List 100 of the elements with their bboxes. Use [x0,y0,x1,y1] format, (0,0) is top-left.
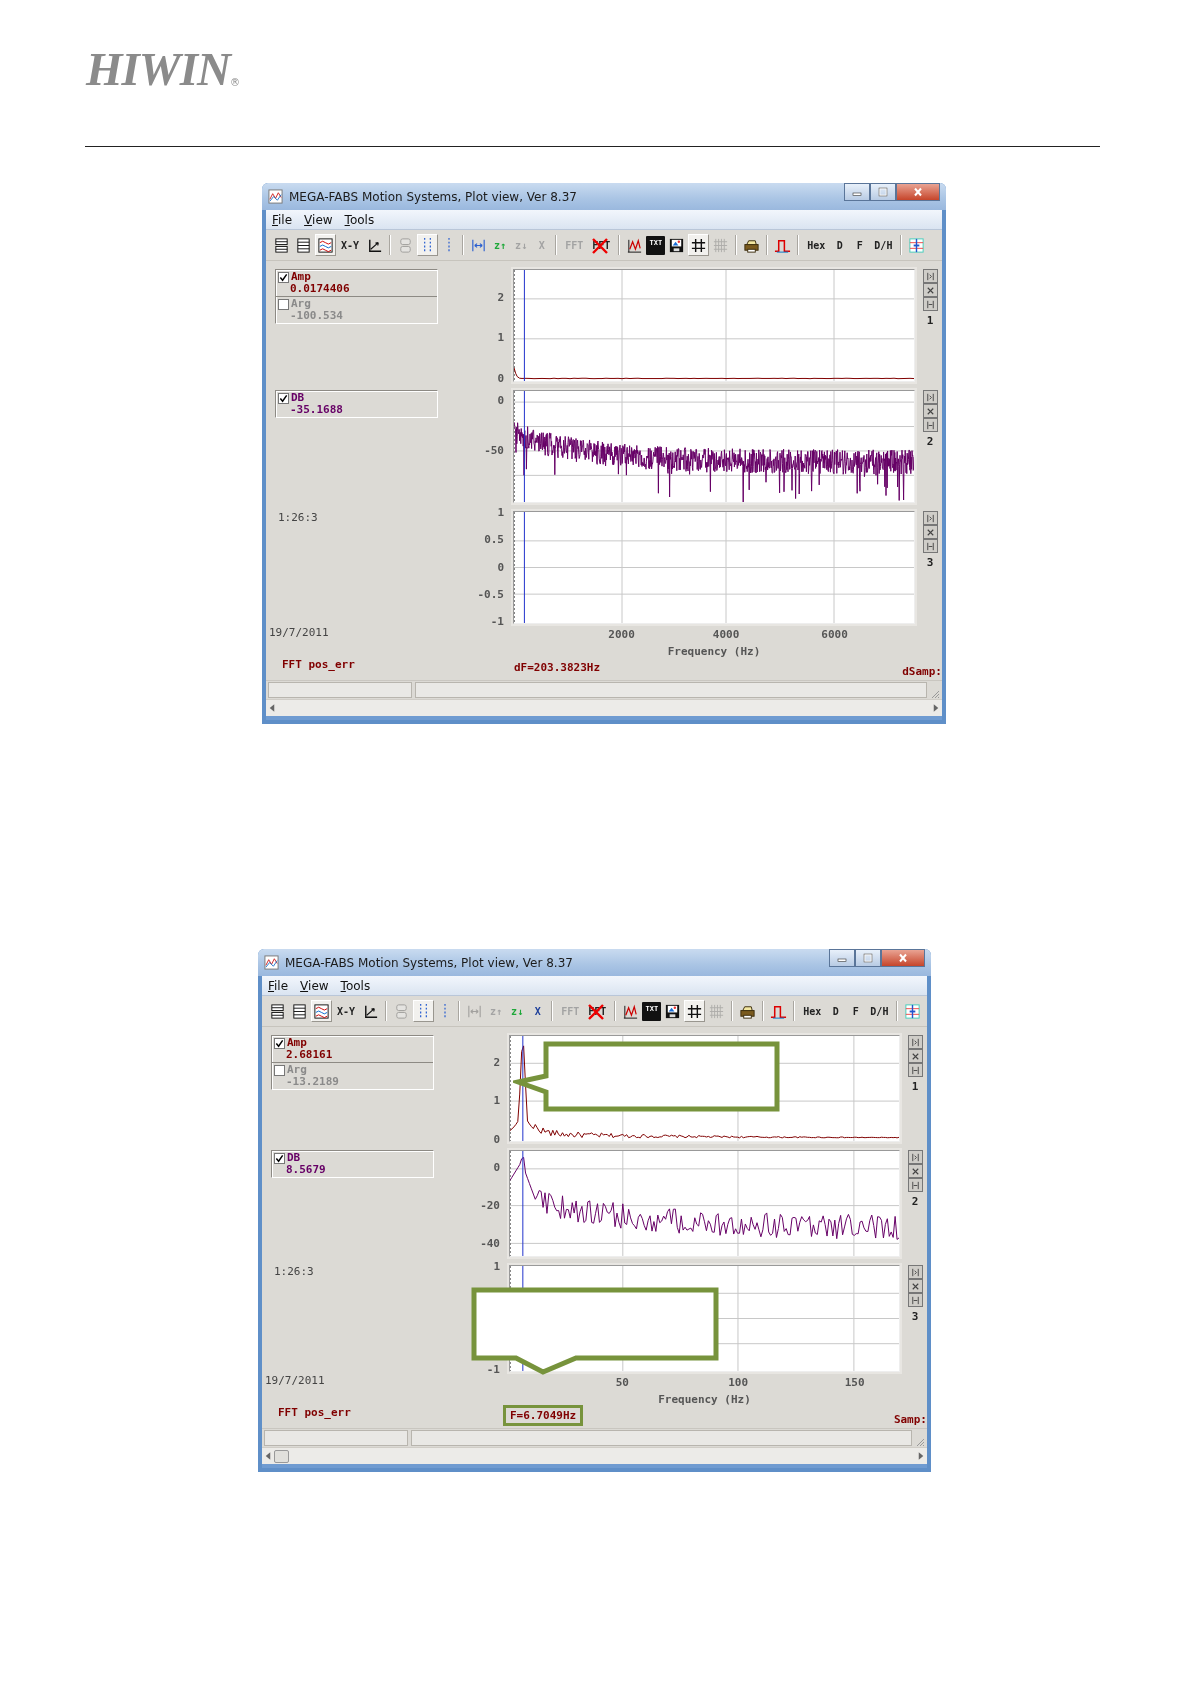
maximize-button[interactable] [855,949,881,967]
series-value: 8.5679 [285,1164,327,1176]
collapse-icon [909,1179,921,1191]
grid-icon [686,1002,704,1020]
series-label: Arg [287,1064,307,1076]
toolbar-button[interactable]: X-Y [337,234,364,256]
axis-tick-label: 0 [497,395,504,408]
axis-tick-label: 1 [497,332,504,345]
panel-button[interactable] [907,1279,923,1293]
scrollbar[interactable] [262,1447,927,1464]
save-image-icon [668,236,686,254]
panel-button[interactable] [907,1035,923,1049]
toolbar-button[interactable]: Hex [799,1000,826,1022]
axis-tick-label: 0 [493,1133,500,1146]
panel-button[interactable] [922,525,938,539]
expand-icon [924,391,936,403]
checkbox[interactable] [278,298,289,310]
checkbox[interactable] [274,1152,285,1164]
close-button[interactable] [896,183,940,201]
series-label: Arg [291,298,311,310]
axis-tick-label: 1 [493,1261,500,1274]
toolbar-button[interactable]: F [850,234,870,256]
menu-item[interactable]: Tools [344,212,375,227]
checkbox[interactable] [274,1064,285,1076]
resize-grip-icon [915,1437,925,1447]
toolbar-button[interactable]: X [528,1000,548,1022]
series-value: 0.0174406 [289,283,351,295]
toolbar-button[interactable]: D/H [866,1000,893,1022]
scrollbar[interactable] [266,699,942,716]
toolbar-button[interactable]: F [846,1000,866,1022]
axis-tick-label: -40 [480,1238,500,1251]
source-label: FFT pos_err [277,1406,351,1421]
time-label: 1:26:3 [273,1265,315,1278]
app-icon [264,955,279,970]
wave-chart-icon [313,1002,330,1020]
toolbar-button[interactable] [684,1000,706,1022]
menu-item[interactable]: Tools [340,978,371,993]
app-icon [268,189,283,204]
panel-button[interactable] [922,404,938,418]
save-image-icon [664,1002,682,1020]
panel-button[interactable] [922,390,938,404]
panel-button[interactable] [907,1178,923,1192]
cursor-plot-icon [908,236,926,254]
scroll-thumb[interactable] [274,1449,289,1463]
series-value: -100.534 [289,310,344,322]
panel-button[interactable] [907,1063,923,1077]
panel-button[interactable] [907,1164,923,1178]
axis-title: Frequency (Hz) [658,1393,751,1406]
panel-button[interactable] [907,1150,923,1164]
minimize-button[interactable] [844,183,870,201]
collapse-icon [924,298,936,310]
close-button[interactable] [881,949,925,967]
date-label: 19/7/2011 [264,1374,325,1389]
toolbar-button[interactable]: X-Y [333,1000,360,1022]
series-value: 2.68161 [285,1049,334,1061]
panel-button[interactable] [907,1265,923,1279]
axis-tick-label: 2 [497,292,504,305]
expand-icon [924,270,936,282]
collapse-icon [909,1294,921,1306]
collapse-icon [924,540,936,552]
panel-button[interactable] [922,269,938,283]
panel-button[interactable] [907,1049,923,1063]
minimize-button[interactable] [829,949,855,967]
checkbox[interactable] [274,1037,285,1049]
axis-title: Frequency (Hz) [667,645,761,658]
menu-item[interactable]: View [300,978,329,993]
panel-button[interactable] [907,1293,923,1307]
menu-item[interactable]: File [272,212,293,227]
menu-item[interactable]: View [304,212,333,227]
series-label: DB [287,1152,301,1164]
dashed-line-icon [442,1002,447,1020]
toolbar-button[interactable]: D [826,1000,846,1022]
series-label: Amp [287,1037,307,1049]
checkbox[interactable] [278,392,289,404]
plot-number: 3 [926,556,934,569]
frequency-readout: F=6.7049Hz [503,1405,584,1426]
check-icon [275,1153,284,1163]
panel-button[interactable] [922,539,938,553]
toolbar-button[interactable]: D [830,234,850,256]
panel-button[interactable] [922,511,938,525]
sample-label: Samp: [893,1413,927,1426]
plot-number: 1 [926,314,934,327]
lines-icon [291,1002,308,1020]
window-title: MEGA-FABS Motion Systems, Plot view, Ver 8.37 [285,955,574,970]
axis-tick-label: 2000 [608,628,635,641]
axis-tick-label: 0 [497,561,504,574]
plot-number: 3 [911,1310,919,1323]
toolbar-button[interactable]: D/H [870,234,897,256]
fine-grid-icon [708,1002,726,1020]
toolbar-button[interactable]: Hex [803,234,830,256]
toolbar-button[interactable] [688,234,710,256]
axis-tick-label: 4000 [712,628,740,641]
panel-button[interactable] [922,418,938,432]
axis-tick-label: 0 [493,1162,500,1175]
panel-button[interactable] [922,297,938,311]
checkbox[interactable] [278,271,289,283]
maximize-button[interactable] [870,183,896,201]
menu-item[interactable]: File [268,978,289,993]
panel-button[interactable] [922,283,938,297]
frequency-readout: dF=203.3823Hz [513,660,602,676]
